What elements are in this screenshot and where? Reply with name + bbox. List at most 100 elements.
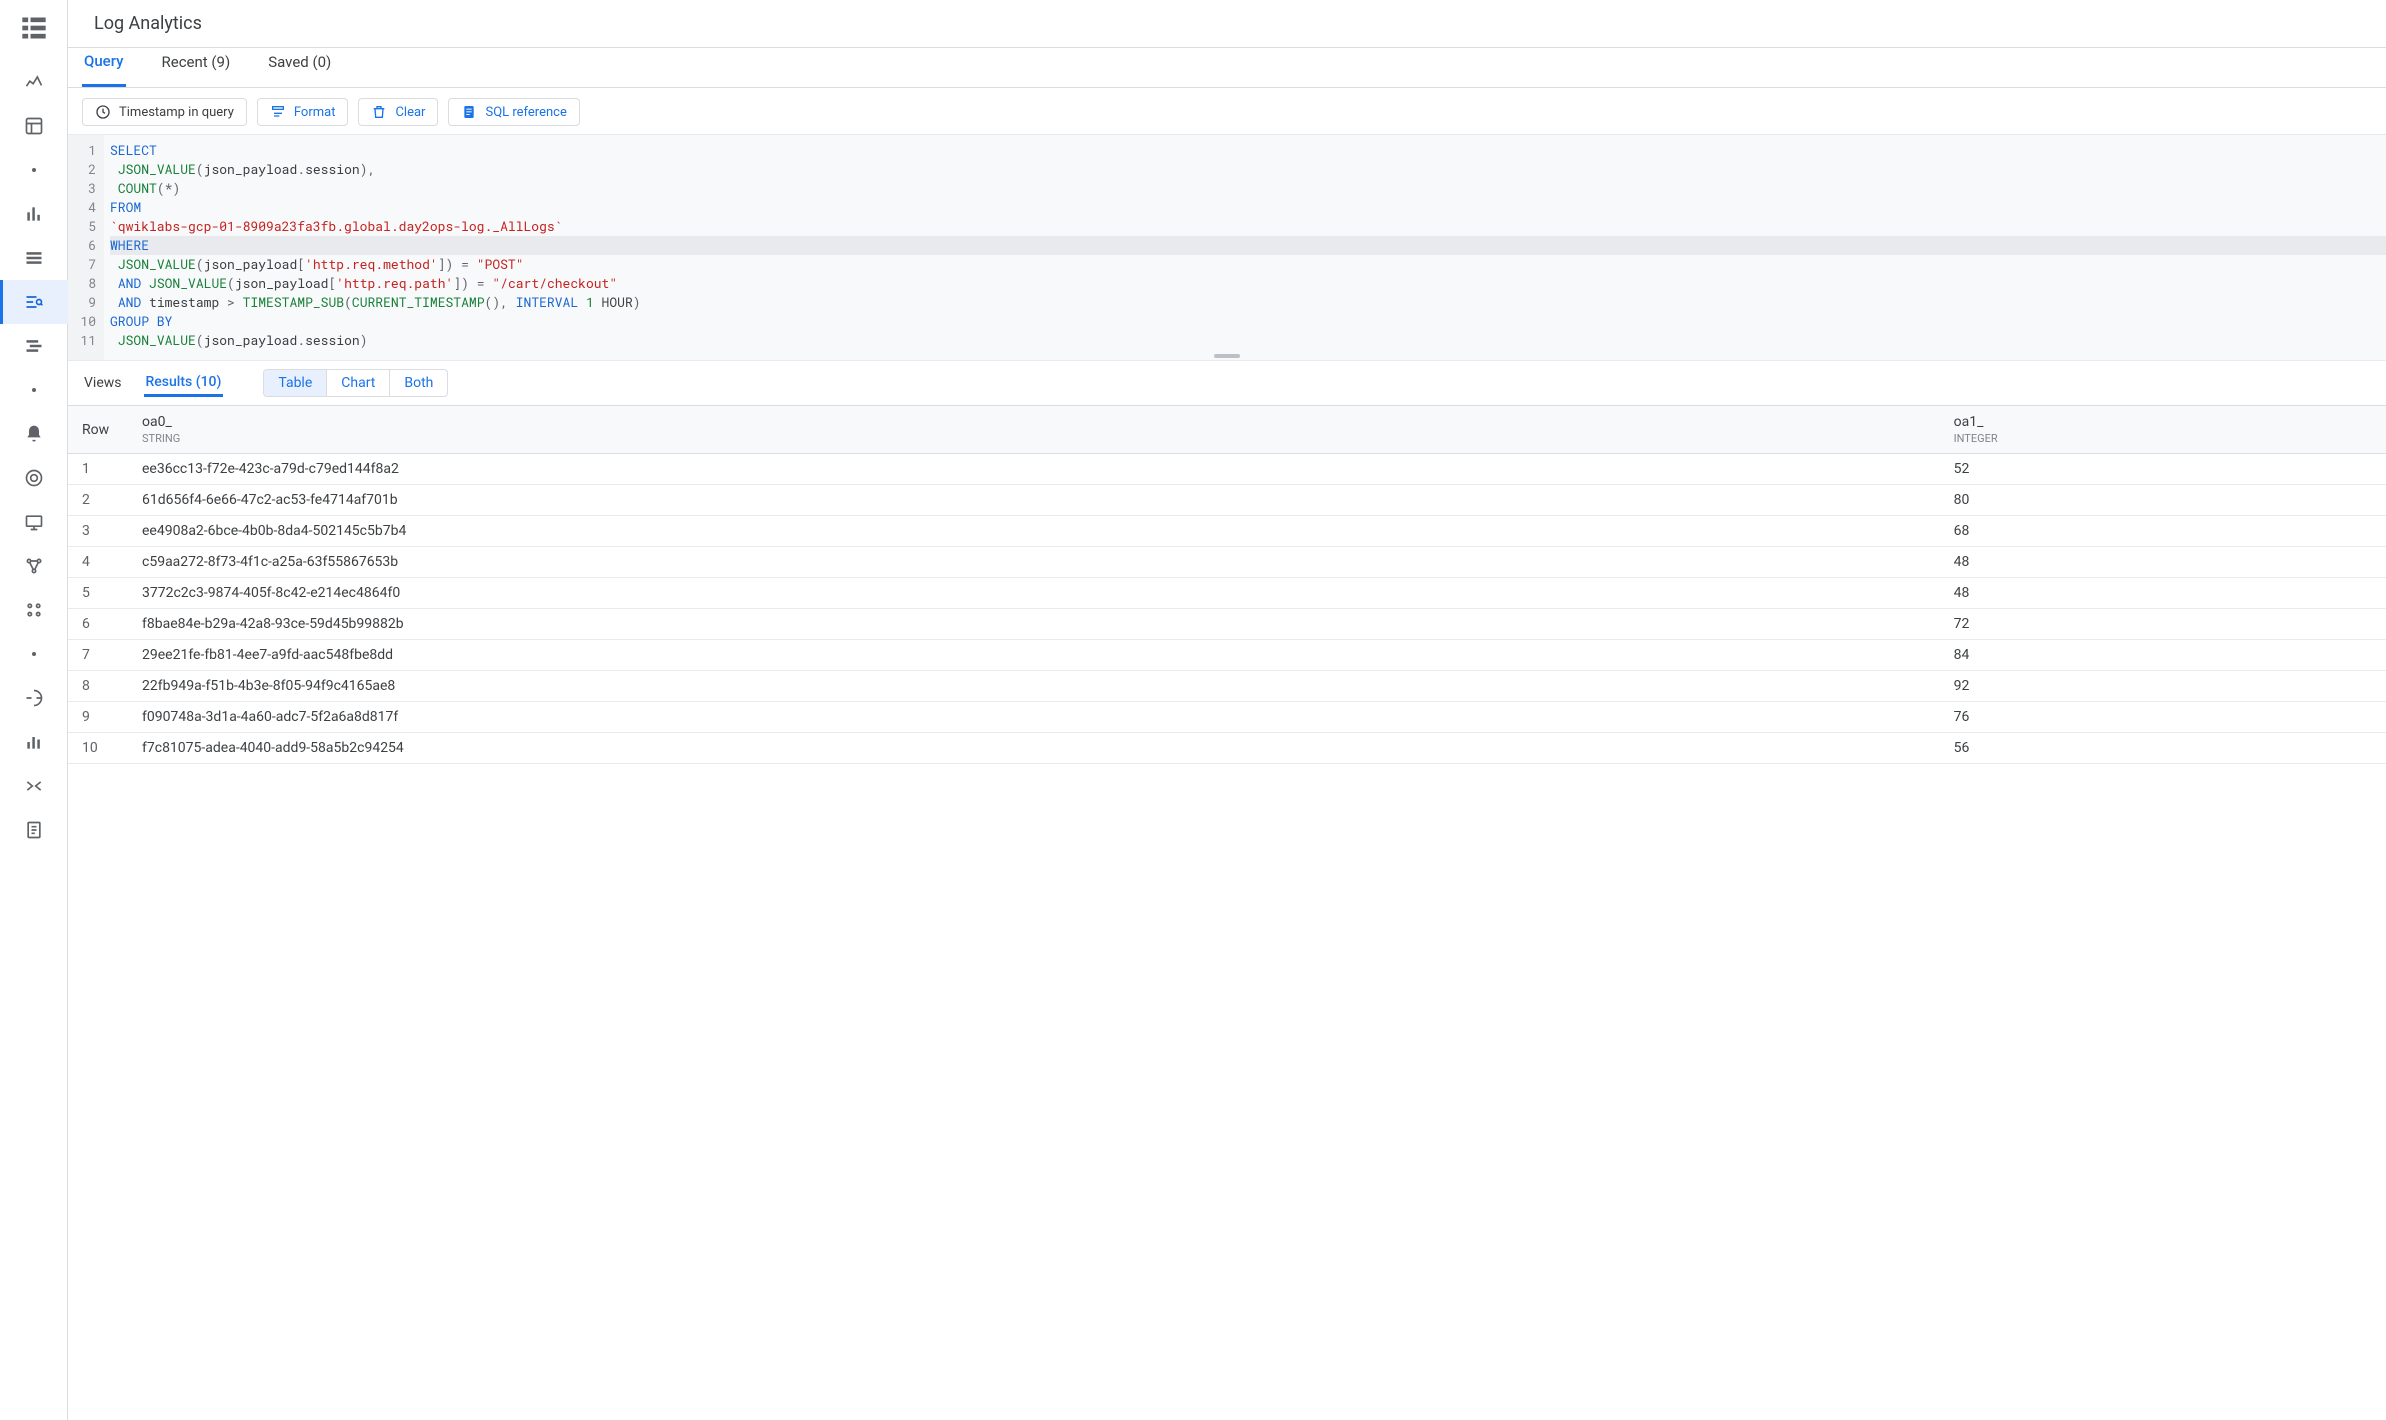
table-row[interactable]: 10f7c81075-adea-4040-add9-58a5b2c9425456: [68, 733, 2386, 764]
format-button[interactable]: Format: [257, 98, 349, 126]
cell-oa1: 76: [1940, 702, 2386, 733]
page-header: Log Analytics: [68, 0, 2386, 48]
cell-oa0: ee4908a2-6bce-4b0b-8da4-502145c5b7b4: [128, 516, 1940, 547]
cell-oa1: 48: [1940, 578, 2386, 609]
nav-error-reporting-icon[interactable]: [0, 456, 68, 500]
nav-debugger-icon[interactable]: [0, 764, 68, 808]
table-row[interactable]: 3ee4908a2-6bce-4b0b-8da4-502145c5b7b468: [68, 516, 2386, 547]
clear-button[interactable]: Clear: [358, 98, 438, 126]
cell-oa0: f8bae84e-b29a-42a8-93ce-59d45b99882b: [128, 609, 1940, 640]
cell-oa1: 68: [1940, 516, 2386, 547]
cell-oa0: 61d656f4-6e66-47c2-ac53-fe4714af701b: [128, 485, 1940, 516]
row-number: 8: [68, 671, 128, 702]
document-icon: [461, 104, 477, 120]
cell-oa0: ee36cc13-f72e-423c-a79d-c79ed144f8a2: [128, 454, 1940, 485]
editor-code[interactable]: SELECT JSON_VALUE(json_payload.session),…: [104, 135, 2386, 360]
clock-icon: [95, 104, 111, 120]
nav-trace-icon[interactable]: [0, 676, 68, 720]
top-tab-1[interactable]: Recent (9): [160, 47, 233, 87]
cell-oa0: 22fb949a-f51b-4b3e-8f05-94f9c4165ae8: [128, 671, 1940, 702]
view-mode-segment: TableChartBoth: [263, 369, 448, 397]
nav-logs-icon[interactable]: [0, 236, 68, 280]
row-number: 1: [68, 454, 128, 485]
product-logo-icon[interactable]: [20, 14, 48, 42]
trash-icon: [371, 104, 387, 120]
editor-resize-handle[interactable]: [1214, 354, 1240, 358]
sql-reference-button-label: SQL reference: [485, 105, 566, 120]
row-number: 5: [68, 578, 128, 609]
row-number: 6: [68, 609, 128, 640]
table-row[interactable]: 9f090748a-3d1a-4a60-adc7-5f2a6a8d817f76: [68, 702, 2386, 733]
nav-docs-icon[interactable]: [0, 808, 68, 852]
cell-oa1: 52: [1940, 454, 2386, 485]
page-title: Log Analytics: [94, 13, 202, 34]
sql-reference-button[interactable]: SQL reference: [448, 98, 579, 126]
cell-oa0: f7c81075-adea-4040-add9-58a5b2c94254: [128, 733, 1940, 764]
row-number: 9: [68, 702, 128, 733]
top-tabs: Query Recent (9) Saved (0): [68, 48, 2386, 88]
nav-uptime-icon[interactable]: [0, 500, 68, 544]
cell-oa0: 29ee21fe-fb81-4ee7-a9fd-aac548fbe8dd: [128, 640, 1940, 671]
view-mode-chart[interactable]: Chart: [327, 370, 390, 396]
cell-oa1: 84: [1940, 640, 2386, 671]
nav-alerts-icon[interactable]: [0, 412, 68, 456]
nav-log-analytics-icon[interactable]: [0, 280, 68, 324]
column-name-0: oa0_: [142, 414, 172, 430]
row-number: 7: [68, 640, 128, 671]
nav-logs-router-icon[interactable]: [0, 324, 68, 368]
column-name-1: oa1_: [1954, 414, 1984, 430]
cell-oa1: 80: [1940, 485, 2386, 516]
clear-button-label: Clear: [395, 105, 425, 120]
view-mode-both[interactable]: Both: [390, 370, 447, 396]
nav-divider-dot: [0, 632, 68, 676]
row-number: 10: [68, 733, 128, 764]
view-mode-table[interactable]: Table: [264, 370, 327, 396]
table-row[interactable]: 729ee21fe-fb81-4ee7-a9fd-aac548fbe8dd84: [68, 640, 2386, 671]
format-icon: [270, 104, 286, 120]
nav-overview-icon[interactable]: [0, 60, 68, 104]
timestamp-chip[interactable]: Timestamp in query: [82, 98, 247, 126]
sql-editor[interactable]: 1234567891011 SELECT JSON_VALUE(json_pay…: [68, 134, 2386, 361]
cell-oa0: f090748a-3d1a-4a60-adc7-5f2a6a8d817f: [128, 702, 1940, 733]
results-tab[interactable]: Results (10): [144, 370, 224, 397]
results-table-container: Row oa0_ STRING oa1_ INTEGER 1ee36cc13-f72…: [68, 406, 2386, 1420]
query-toolbar: Timestamp in query Format Clear SQL refe…: [68, 88, 2386, 134]
column-type-0: STRING: [142, 432, 1926, 445]
column-type-1: INTEGER: [1954, 432, 2372, 445]
row-number: 3: [68, 516, 128, 547]
table-row[interactable]: 822fb949a-f51b-4b3e-8f05-94f9c4165ae892: [68, 671, 2386, 702]
cell-oa0: c59aa272-8f73-4f1c-a25a-63f55867653b: [128, 547, 1940, 578]
nav-divider-dot: [0, 368, 68, 412]
table-row[interactable]: 4c59aa272-8f73-4f1c-a25a-63f55867653b48: [68, 547, 2386, 578]
row-number: 4: [68, 547, 128, 578]
timestamp-chip-label: Timestamp in query: [119, 105, 234, 120]
cell-oa1: 56: [1940, 733, 2386, 764]
nav-metrics-icon[interactable]: [0, 192, 68, 236]
cell-oa1: 48: [1940, 547, 2386, 578]
nav-divider-dot: [0, 148, 68, 192]
table-row[interactable]: 53772c2c3-9874-405f-8c42-e214ec4864f048: [68, 578, 2386, 609]
column-header-0[interactable]: oa0_ STRING: [128, 406, 1940, 454]
nav-dashboards-icon[interactable]: [0, 104, 68, 148]
top-tab-2[interactable]: Saved (0): [266, 47, 333, 87]
format-button-label: Format: [294, 105, 336, 120]
results-table: Row oa0_ STRING oa1_ INTEGER 1ee36cc13-f72…: [68, 406, 2386, 764]
results-bar: Views Results (10) TableChartBoth: [68, 361, 2386, 406]
cell-oa1: 72: [1940, 609, 2386, 640]
nav-services-icon[interactable]: [0, 544, 68, 588]
editor-gutter: 1234567891011: [68, 135, 104, 360]
views-tab[interactable]: Views: [82, 371, 124, 395]
nav-slo-icon[interactable]: [0, 588, 68, 632]
column-header-1[interactable]: oa1_ INTEGER: [1940, 406, 2386, 454]
nav-profiler-icon[interactable]: [0, 720, 68, 764]
top-tab-0[interactable]: Query: [82, 47, 126, 87]
cell-oa1: 92: [1940, 671, 2386, 702]
row-number-header: Row: [68, 406, 128, 454]
cell-oa0: 3772c2c3-9874-405f-8c42-e214ec4864f0: [128, 578, 1940, 609]
table-row[interactable]: 6f8bae84e-b29a-42a8-93ce-59d45b99882b72: [68, 609, 2386, 640]
table-row[interactable]: 1ee36cc13-f72e-423c-a79d-c79ed144f8a252: [68, 454, 2386, 485]
row-number: 2: [68, 485, 128, 516]
main-content: Log Analytics Query Recent (9) Saved (0) T…: [68, 0, 2386, 1420]
left-nav-rail: [0, 0, 68, 1420]
table-row[interactable]: 261d656f4-6e66-47c2-ac53-fe4714af701b80: [68, 485, 2386, 516]
